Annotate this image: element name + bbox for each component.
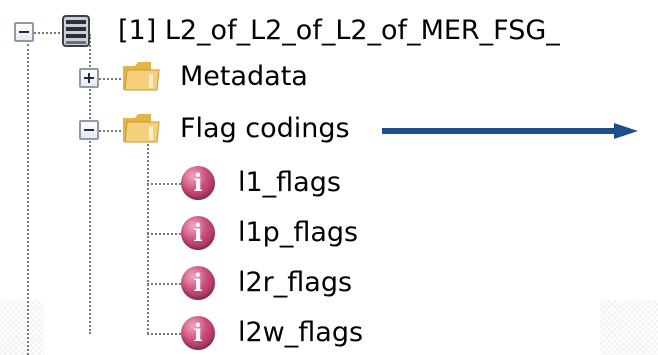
info-icon: [181, 216, 215, 250]
database-icon: [62, 15, 90, 47]
info-icon: [181, 316, 215, 350]
tree-item-flag[interactable]: l2w_flags: [238, 316, 363, 350]
tree-item-flag-codings[interactable]: Flag codings: [180, 112, 350, 146]
tree-item-metadata[interactable]: Metadata: [180, 60, 308, 94]
annotation-arrow: [382, 123, 638, 139]
tree-view: [1] L2_of_L2_of_L2_of_MER_FSG_ Metadata …: [0, 0, 658, 355]
tree-line-fc-children: [147, 140, 149, 334]
background-pattern-right: [600, 300, 658, 355]
flag-codings-collapse-toggle[interactable]: [79, 120, 99, 140]
tree-line-child-h: [147, 233, 181, 235]
tree-item-root[interactable]: [1] L2_of_L2_of_L2_of_MER_FSG_: [118, 14, 560, 48]
info-icon: [181, 266, 215, 300]
tree-line-child-h: [147, 183, 181, 185]
tree-item-flag[interactable]: l1p_flags: [238, 216, 358, 250]
folder-icon: [123, 114, 160, 143]
info-icon: [181, 166, 215, 200]
folder-icon: [123, 62, 160, 91]
tree-line-child-h: [147, 283, 181, 285]
tree-item-flag[interactable]: l1_flags: [238, 166, 341, 200]
tree-line-root-h: [34, 32, 60, 34]
tree-item-flag[interactable]: l2r_flags: [238, 266, 352, 300]
tree-line-root: [27, 44, 29, 355]
background-pattern-left: [0, 300, 44, 355]
root-collapse-toggle[interactable]: [14, 22, 34, 42]
tree-line-child-h: [147, 333, 181, 335]
tree-line-flag-codings-h: [99, 130, 121, 132]
metadata-expand-toggle[interactable]: [79, 68, 99, 88]
tree-line-metadata-h: [99, 78, 121, 80]
